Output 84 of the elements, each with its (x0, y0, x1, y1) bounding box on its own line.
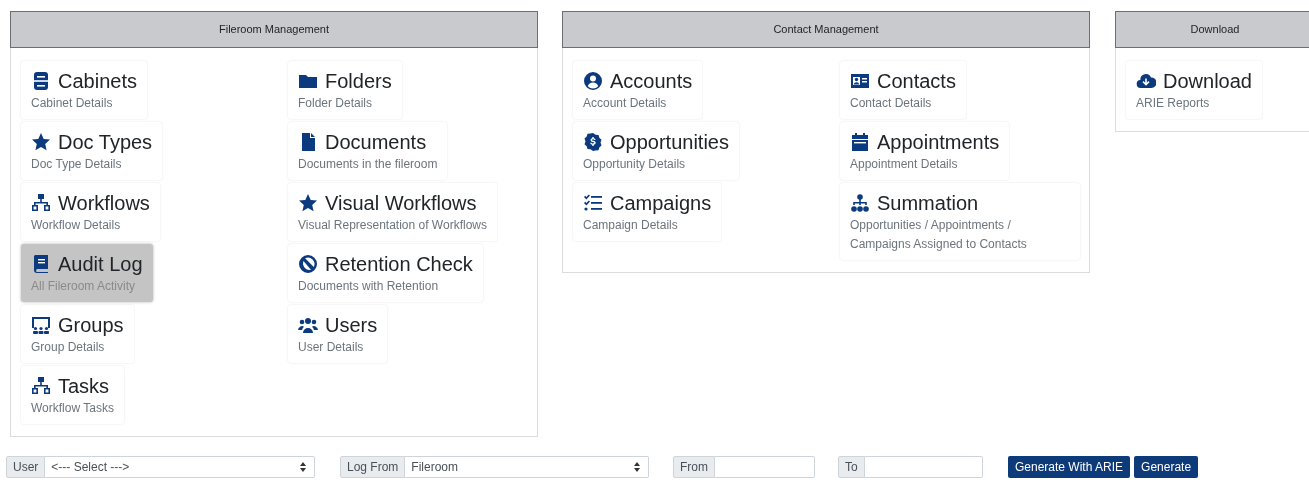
card-subtitle: Workflow Details (31, 217, 122, 234)
nav-card[interactable]: Appointments Appointment Details (840, 122, 1010, 180)
panel-header: Contact Management (562, 11, 1090, 48)
card-subtitle: Doc Type Details (31, 156, 123, 173)
hierarchy-icon (850, 193, 870, 213)
sort-caret-icon (300, 462, 306, 472)
card-title: Contacts (877, 69, 956, 94)
nav-card[interactable]: Contacts Contact Details (840, 61, 966, 119)
nav-card[interactable]: Opportunities Opportunity Details (573, 122, 739, 180)
field-label: User (6, 456, 46, 478)
card-title: Download (1163, 69, 1252, 94)
card-title: Retention Check (325, 252, 473, 277)
sort-caret-icon (634, 462, 640, 472)
network-icon (31, 193, 51, 213)
card-subtitle: Cabinet Details (31, 95, 114, 112)
nav-card[interactable]: Cabinets Cabinet Details (21, 61, 147, 119)
card-subtitle: Account Details (583, 95, 668, 112)
generate-button[interactable]: Generate (1134, 456, 1199, 478)
nav-card[interactable]: Retention Check Documents with Retention (288, 244, 483, 302)
card-title: Audit Log (58, 252, 143, 277)
nav-card[interactable]: Documents Documents in the fileroom (288, 122, 448, 180)
card-subtitle: Campaign Details (583, 217, 679, 234)
card-title: Appointments (877, 130, 1000, 155)
input-field[interactable] (715, 456, 815, 478)
select-field[interactable]: <--- Select ---> (45, 456, 315, 478)
card-subtitle: Group Details (31, 339, 106, 356)
card-title: Opportunities (610, 130, 729, 155)
card-subtitle: ARIE Reports (1136, 95, 1211, 112)
card-subtitle: All Fileroom Activity (31, 278, 137, 295)
card-subtitle: Opportunity Details (583, 156, 687, 173)
card-subtitle: Documents with Retention (298, 278, 440, 295)
card-title: Workflows (58, 191, 150, 216)
select-field[interactable]: Fileroom (405, 456, 649, 478)
card-subtitle: Visual Representation of Workflows (298, 217, 487, 234)
nav-card[interactable]: Visual Workflows Visual Representation of Workflows (288, 183, 497, 241)
card-subtitle: Workflow Tasks (31, 400, 114, 417)
nav-card[interactable]: Workflows Workflow Details (21, 183, 160, 241)
panel-header: Fileroom Management (10, 11, 538, 48)
dollar-badge-icon (583, 132, 603, 152)
card-subtitle: Documents in the fileroom (298, 156, 438, 173)
nav-card[interactable]: Download ARIE Reports (1126, 61, 1262, 119)
nav-card[interactable]: Folders Folder Details (288, 61, 402, 119)
calendar-icon (850, 132, 870, 152)
card-subtitle: Opportunities / Appointments / Campaigns Assigned to Contacts (850, 217, 1028, 253)
card-title: Accounts (610, 69, 693, 94)
input-field[interactable] (864, 456, 983, 478)
nav-card[interactable]: Users User Details (288, 305, 388, 363)
generate-button[interactable]: Generate With ARIE (1008, 456, 1131, 478)
card-title: Cabinets (58, 69, 137, 94)
field-label: Log From (340, 456, 406, 478)
nav-card[interactable]: Doc Types Doc Type Details (21, 122, 163, 180)
card-title: Visual Workflows (325, 191, 477, 216)
users-icon (298, 315, 318, 335)
field-label: To (838, 456, 865, 478)
card-title: Doc Types (58, 130, 153, 155)
cloud-download-icon (1136, 71, 1156, 91)
card-title: Groups (58, 313, 124, 338)
ban-icon (298, 254, 318, 274)
group-board-icon (31, 315, 51, 335)
card-subtitle: Appointment Details (850, 156, 959, 173)
card-title: Tasks (58, 374, 110, 399)
nav-card[interactable]: Campaigns Campaign Details (573, 183, 722, 241)
card-title: Summation (877, 191, 979, 216)
id-card-icon (850, 71, 870, 91)
nav-card[interactable]: Summation Opportunities / Appointments / Campaigns Assigned to Contacts (840, 183, 1080, 260)
checklist-icon (583, 193, 603, 213)
nav-card[interactable]: Audit Log All Fileroom Activity (21, 244, 153, 302)
nav-card[interactable]: Tasks Workflow Tasks (21, 366, 124, 424)
star-icon (298, 193, 318, 213)
card-title: Folders (325, 69, 392, 94)
card-subtitle: Folder Details (298, 95, 374, 112)
panel-header: Download (1115, 11, 1309, 48)
nav-card[interactable]: Accounts Account Details (573, 61, 703, 119)
network-icon (31, 376, 51, 396)
nav-card[interactable]: Groups Group Details (21, 305, 134, 363)
star-icon (31, 132, 51, 152)
cabinet-icon (31, 71, 51, 91)
card-subtitle: Contact Details (850, 95, 933, 112)
book-icon (31, 254, 51, 274)
card-title: Documents (325, 130, 427, 155)
field-label: From (673, 456, 715, 478)
card-title: Campaigns (610, 191, 712, 216)
card-title: Users (325, 313, 378, 338)
card-subtitle: User Details (298, 339, 365, 356)
